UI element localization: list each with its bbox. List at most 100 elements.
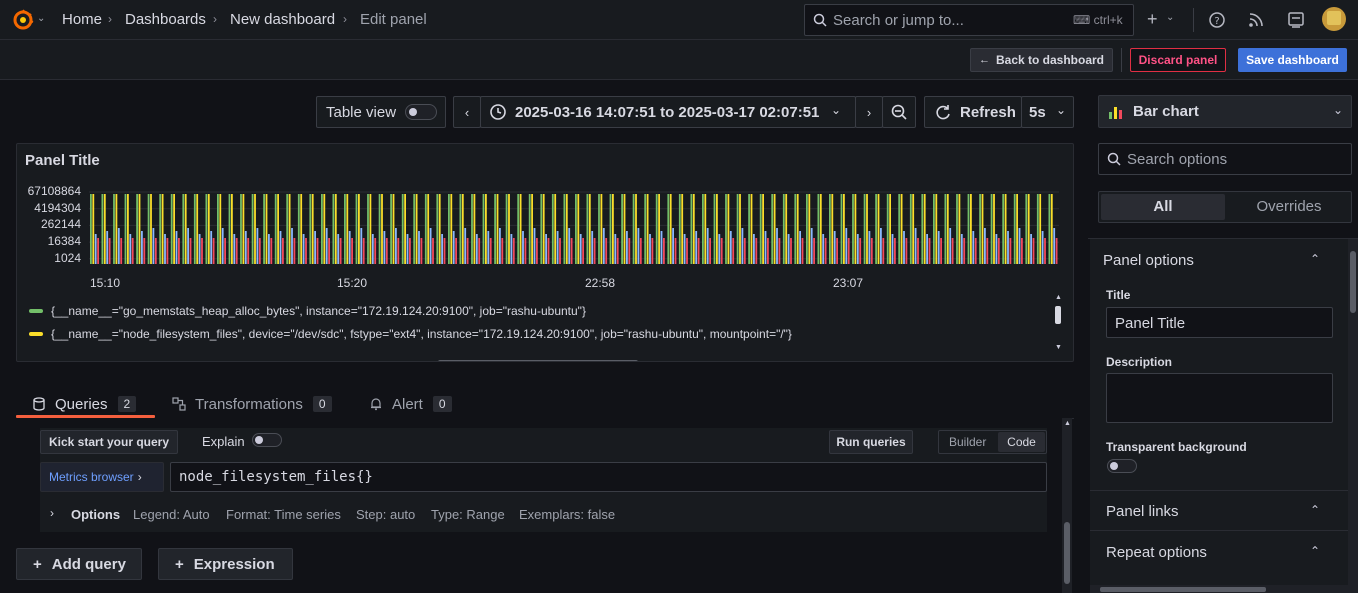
bar[interactable] <box>614 234 617 264</box>
bar[interactable] <box>882 238 885 264</box>
bar[interactable] <box>819 194 822 264</box>
bar[interactable] <box>1021 238 1023 264</box>
bar[interactable] <box>293 238 296 264</box>
bar[interactable] <box>120 238 123 264</box>
bar[interactable] <box>917 238 919 264</box>
bar[interactable] <box>485 194 487 264</box>
bar[interactable] <box>681 194 684 264</box>
bar[interactable] <box>193 194 196 264</box>
tab-transformations[interactable]: Transformations 0 <box>172 390 332 418</box>
bar[interactable] <box>355 194 358 264</box>
bar[interactable] <box>586 194 589 264</box>
bar[interactable] <box>970 194 972 264</box>
bar[interactable] <box>196 194 199 264</box>
expression-button[interactable]: + Expression <box>158 548 293 580</box>
bar[interactable] <box>228 194 231 264</box>
options-toggle[interactable]: Options <box>71 507 120 522</box>
bar[interactable] <box>499 228 501 264</box>
bar[interactable] <box>646 194 649 264</box>
bar[interactable] <box>579 234 582 264</box>
bar[interactable] <box>845 228 848 264</box>
bar[interactable] <box>291 228 293 264</box>
bar[interactable] <box>609 194 612 264</box>
bar[interactable] <box>762 194 764 264</box>
bar[interactable] <box>997 238 1000 264</box>
bar[interactable] <box>152 228 155 264</box>
bar[interactable] <box>718 234 721 264</box>
bar[interactable] <box>210 231 213 264</box>
bar[interactable] <box>813 238 815 264</box>
code-mode-button[interactable]: Code <box>998 432 1045 452</box>
bar[interactable] <box>505 194 508 264</box>
bar[interactable] <box>1002 194 1005 264</box>
bar[interactable] <box>785 194 788 264</box>
bar[interactable] <box>889 194 891 264</box>
bar[interactable] <box>1013 194 1016 264</box>
bar[interactable] <box>547 238 550 264</box>
bar[interactable] <box>570 238 573 264</box>
query-input[interactable]: node_filesystem_files{} <box>170 462 1047 492</box>
filter-overrides-button[interactable]: Overrides <box>1227 194 1351 220</box>
bar[interactable] <box>886 194 889 264</box>
bar[interactable] <box>508 194 510 264</box>
bar[interactable] <box>201 238 203 264</box>
bar[interactable] <box>903 231 905 264</box>
bar[interactable] <box>540 194 543 264</box>
bar[interactable] <box>478 238 481 264</box>
panel-links-header[interactable]: Panel links <box>1106 503 1179 520</box>
bar[interactable] <box>482 194 485 264</box>
bar[interactable] <box>117 228 120 264</box>
bar[interactable] <box>588 194 591 264</box>
bar[interactable] <box>522 231 524 264</box>
options-search-input[interactable]: Search options <box>1098 143 1352 175</box>
bar[interactable] <box>914 228 917 264</box>
kiosk-icon[interactable] <box>1286 10 1306 30</box>
explain-toggle[interactable] <box>252 433 282 447</box>
bar[interactable] <box>424 194 427 264</box>
bar[interactable] <box>880 228 882 264</box>
bar[interactable] <box>524 238 527 264</box>
legend-hscroll-thumb[interactable] <box>438 360 638 361</box>
breadcrumb-new-dashboard[interactable]: New dashboard <box>230 11 335 28</box>
bar[interactable] <box>263 194 265 264</box>
bar[interactable] <box>912 194 915 264</box>
bar[interactable] <box>371 234 374 264</box>
bar[interactable] <box>282 238 284 264</box>
legend-item[interactable]: {__name__="go_memstats_heap_alloc_bytes"… <box>29 304 586 318</box>
bar[interactable] <box>131 238 134 264</box>
bar[interactable] <box>556 231 559 264</box>
bar[interactable] <box>716 194 718 264</box>
tab-queries[interactable]: Queries 2 <box>32 390 137 418</box>
metrics-browser-button[interactable]: Metrics browser › <box>40 462 164 492</box>
bar[interactable] <box>124 194 127 264</box>
bar[interactable] <box>782 194 785 264</box>
bar[interactable] <box>759 194 762 264</box>
bar[interactable] <box>94 234 97 264</box>
bar[interactable] <box>277 194 279 264</box>
bar[interactable] <box>582 238 584 264</box>
bar[interactable] <box>487 231 490 264</box>
bar[interactable] <box>692 194 695 264</box>
bar[interactable] <box>909 194 912 264</box>
bar[interactable] <box>97 238 99 264</box>
bar[interactable] <box>351 238 353 264</box>
bar[interactable] <box>1009 238 1012 264</box>
bar[interactable] <box>663 238 665 264</box>
bar[interactable] <box>923 194 926 264</box>
bar[interactable] <box>406 234 409 264</box>
bar[interactable] <box>709 238 711 264</box>
legend-scrollbar[interactable]: ▲ ▼ <box>1054 294 1062 354</box>
bar[interactable] <box>974 238 977 264</box>
bar[interactable] <box>796 194 799 264</box>
bar[interactable] <box>875 194 877 264</box>
bar[interactable] <box>979 194 981 264</box>
horizontal-scrollbar[interactable] <box>1090 585 1348 593</box>
bar[interactable] <box>958 194 961 264</box>
bar[interactable] <box>674 238 677 264</box>
bar[interactable] <box>944 194 947 264</box>
bar[interactable] <box>297 194 300 264</box>
bar[interactable] <box>852 194 854 264</box>
bar[interactable] <box>616 238 619 264</box>
bar[interactable] <box>898 194 901 264</box>
bar[interactable] <box>247 238 250 264</box>
